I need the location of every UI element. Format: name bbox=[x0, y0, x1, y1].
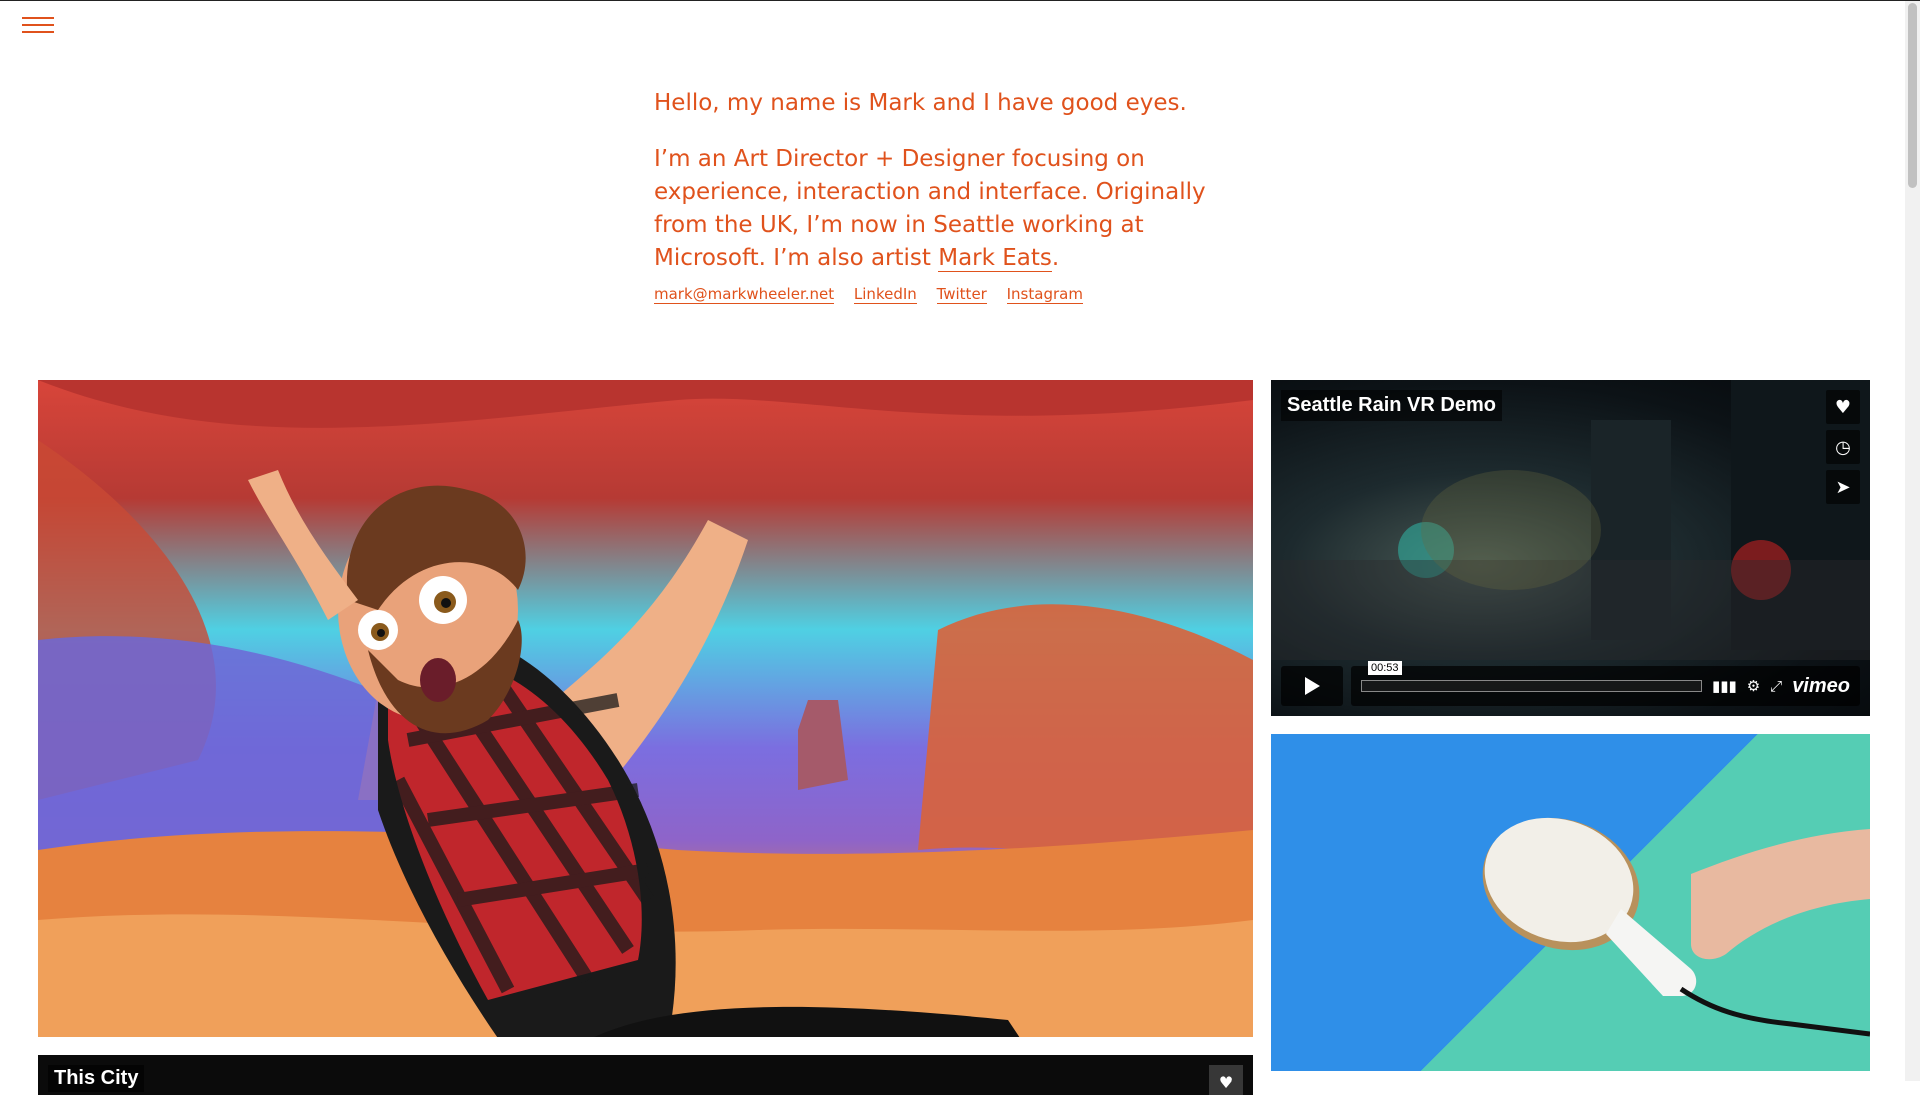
email-link[interactable]: mark@markwheeler.net bbox=[654, 285, 835, 304]
intro-text: Hello, my name is Mark and I have good e… bbox=[654, 87, 1254, 298]
clock-icon[interactable]: ◷ bbox=[1826, 430, 1860, 464]
twitter-link[interactable]: Twitter bbox=[936, 285, 987, 304]
video-control-bar: 00:53 ▮▮▮ ⚙ ⤢ vimeo bbox=[1351, 661, 1860, 706]
instagram-link[interactable]: Instagram bbox=[1006, 285, 1083, 304]
settings-icon[interactable]: ⚙ bbox=[1747, 677, 1760, 695]
paddle-artwork bbox=[1482, 817, 1870, 1037]
bio-text: I’m an Art Director + Designer focusing … bbox=[654, 146, 1206, 271]
greeting: Hello, my name is Mark and I have good e… bbox=[654, 90, 1187, 116]
hero-illustration[interactable] bbox=[38, 380, 1253, 1037]
vimeo-player-seattle-rain[interactable]: Seattle Rain VR Demo ♥ ◷ ➤ 00:53 ▮▮▮ ⚙ ⤢… bbox=[1271, 380, 1870, 716]
send-icon[interactable]: ➤ bbox=[1826, 470, 1860, 504]
fullscreen-icon[interactable]: ⤢ bbox=[1770, 677, 1782, 695]
hero-artwork bbox=[38, 380, 1253, 1037]
linkedin-link[interactable]: LinkedIn bbox=[853, 285, 917, 304]
ping-pong-paddle-image[interactable] bbox=[1271, 734, 1870, 1071]
video-side-buttons: ♥ ◷ ➤ bbox=[1826, 390, 1860, 504]
heart-icon[interactable]: ♥ bbox=[1826, 390, 1860, 424]
bio-end: . bbox=[1051, 245, 1060, 271]
page-scrollbar[interactable] bbox=[1905, 1, 1920, 1081]
video-title[interactable]: Seattle Rain VR Demo bbox=[1281, 390, 1502, 421]
hamburger-menu-icon[interactable] bbox=[22, 15, 54, 37]
vimeo-player-this-city[interactable]: This City ♥ bbox=[38, 1055, 1253, 1095]
scrollbar-thumb[interactable] bbox=[1908, 3, 1917, 188]
play-icon[interactable] bbox=[1281, 666, 1343, 706]
heart-icon[interactable]: ♥ bbox=[1209, 1065, 1243, 1095]
mark-eats-link[interactable]: Mark Eats bbox=[938, 245, 1052, 272]
contact-links: mark@markwheeler.net LinkedIn Twitter In… bbox=[654, 285, 1098, 304]
progress-track[interactable]: 00:53 bbox=[1361, 661, 1702, 692]
time-tooltip: 00:53 bbox=[1368, 661, 1402, 675]
vimeo-logo[interactable]: vimeo bbox=[1792, 675, 1850, 698]
video-controls: 00:53 ▮▮▮ ⚙ ⤢ vimeo bbox=[1281, 661, 1860, 706]
video-title[interactable]: This City bbox=[48, 1065, 145, 1092]
bio: I’m an Art Director + Designer focusing … bbox=[654, 143, 1254, 275]
volume-icon[interactable]: ▮▮▮ bbox=[1712, 677, 1737, 695]
